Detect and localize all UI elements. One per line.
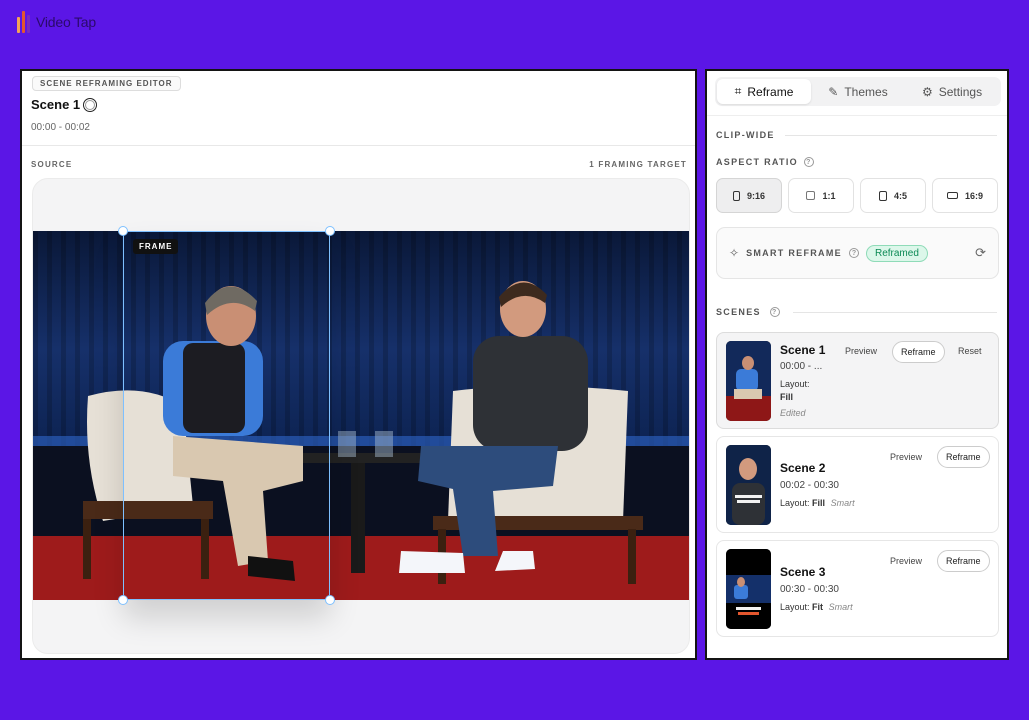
source-label: SOURCE	[31, 160, 73, 169]
landscape-ratio-icon	[946, 192, 958, 199]
framing-target-count: 1 FRAMING TARGET	[589, 160, 687, 169]
ratio-1-1-button[interactable]: 1:1	[788, 178, 854, 213]
smart-reframe-label: SMART REFRAME	[746, 248, 842, 258]
sliders-icon: ⚙	[921, 84, 933, 99]
layout-prefix: Layout:	[780, 379, 810, 389]
tab-reframe-label: Reframe	[747, 84, 794, 99]
portrait-ratio-icon	[732, 190, 740, 201]
scene-2-layout: Layout: Fill Smart	[780, 497, 855, 510]
scene-reframing-editor: SCENE REFRAMING EDITOR Scene 1 00:00 - 0…	[20, 69, 697, 660]
frame-selection-box[interactable]: FRAME	[118, 226, 335, 605]
app-logo[interactable]: Video Tap	[17, 11, 96, 33]
app-name: Video Tap	[36, 14, 96, 30]
tab-themes[interactable]: ✎ Themes	[811, 79, 905, 104]
clip-wide-divider	[785, 135, 997, 136]
brush-icon: ✎	[828, 84, 839, 99]
layout-value: Fill	[780, 392, 793, 402]
scenes-label: SCENES ?	[716, 307, 780, 317]
scene-status-icon[interactable]	[83, 97, 98, 112]
clip-wide-text: CLIP-WIDE	[716, 130, 775, 140]
frame-tag: FRAME	[133, 239, 179, 254]
scene-3-thumbnail-image	[726, 549, 771, 629]
scenes-help-icon[interactable]: ?	[769, 307, 780, 317]
aspect-ratio-label: ASPECT RATIO ?	[716, 157, 814, 167]
scene-2-thumbnail-image	[726, 445, 771, 525]
scene-2-note: Smart	[830, 498, 855, 508]
scene-1-thumbnail	[726, 341, 771, 421]
ratio-label: 16:9	[964, 190, 983, 201]
portrait-ratio-icon	[878, 190, 887, 201]
scene-2-reframe-button[interactable]: Reframe	[937, 446, 990, 468]
scene-2-time: 00:02 - 00:30	[780, 480, 839, 491]
scene-1-layout: Layout: Fill	[780, 378, 810, 404]
sidebar-tabs: ⌗ Reframe ✎ Themes ⚙ Settings	[715, 77, 1001, 106]
scene-2-thumbnail	[726, 445, 771, 525]
scene-1-note: Edited	[780, 408, 806, 418]
ratio-label: 4:5	[893, 190, 907, 201]
scene-2-title: Scene 2	[780, 461, 826, 475]
scene-1-title: Scene 1	[780, 343, 826, 357]
editor-badge: SCENE REFRAMING EDITOR	[32, 76, 181, 91]
square-ratio-icon	[806, 191, 816, 200]
reframed-status-badge: Reframed	[865, 244, 928, 262]
scene-card-2[interactable]: Scene 2 00:02 - 00:30 Layout: Fill Smart…	[716, 436, 999, 533]
scene-card-1[interactable]: Scene 1 00:00 - ... Layout: Fill Edited …	[716, 332, 999, 429]
aspect-ratio-help-icon[interactable]: ?	[803, 157, 814, 167]
tab-reframe[interactable]: ⌗ Reframe	[717, 79, 811, 104]
scene-3-preview-button[interactable]: Preview	[890, 556, 922, 566]
aspect-ratio-options: 9:16 1:1 4:5 16:9	[716, 178, 998, 213]
frame-handle-top-right[interactable]	[325, 226, 335, 236]
smart-reframe-help-icon[interactable]: ?	[848, 248, 859, 258]
scene-title-text: Scene 1	[31, 97, 81, 112]
layout-prefix: Layout:	[780, 602, 810, 612]
smart-reframe-panel: ✧ SMART REFRAME ? Reframed ⟳	[716, 227, 999, 279]
scene-3-note: Smart	[828, 602, 853, 612]
reframe-sidebar: ⌗ Reframe ✎ Themes ⚙ Settings CLIP-WIDE …	[705, 69, 1009, 660]
scene-title: Scene 1	[31, 97, 98, 112]
layout-prefix: Layout:	[780, 498, 810, 508]
scene-card-3[interactable]: Scene 3 00:30 - 00:30 Layout: Fit Smart …	[716, 540, 999, 637]
scenes-divider	[793, 312, 997, 313]
scene-3-reframe-button[interactable]: Reframe	[937, 550, 990, 572]
tab-settings-label: Settings	[938, 84, 983, 99]
scene-3-thumbnail	[726, 549, 771, 629]
scene-1-reset-button[interactable]: Reset	[958, 346, 982, 356]
aspect-ratio-text: ASPECT RATIO	[716, 157, 798, 167]
clip-wide-label: CLIP-WIDE	[716, 130, 775, 140]
ratio-9-16-button[interactable]: 9:16	[716, 178, 782, 213]
source-canvas: FRAME	[32, 178, 690, 654]
frame-handle-top-left[interactable]	[118, 226, 128, 236]
video-tap-logo-icon	[17, 11, 30, 33]
layout-value: Fill	[812, 498, 826, 508]
refresh-icon[interactable]: ⟳	[975, 245, 986, 261]
ratio-16-9-button[interactable]: 16:9	[932, 178, 998, 213]
scene-3-layout: Layout: Fit Smart	[780, 601, 853, 614]
scene-3-time: 00:30 - 00:30	[780, 584, 839, 595]
scene-1-reframe-button[interactable]: Reframe	[892, 341, 945, 363]
ratio-label: 9:16	[746, 190, 765, 201]
header-divider	[22, 145, 695, 146]
tab-settings[interactable]: ⚙ Settings	[905, 79, 999, 104]
tabs-divider	[707, 115, 1007, 116]
sparkle-icon: ✧	[729, 246, 740, 260]
scene-2-preview-button[interactable]: Preview	[890, 452, 922, 462]
frame-handle-bottom-right[interactable]	[325, 595, 335, 605]
ratio-4-5-button[interactable]: 4:5	[860, 178, 926, 213]
scene-3-title: Scene 3	[780, 565, 826, 579]
crop-icon: ⌗	[734, 84, 742, 98]
scene-1-preview-button[interactable]: Preview	[845, 346, 877, 356]
scene-1-thumbnail-image	[726, 341, 771, 421]
scene-1-time: 00:00 - ...	[780, 361, 823, 372]
layout-value: Fit	[812, 602, 824, 612]
scene-time-range: 00:00 - 00:02	[31, 122, 90, 133]
frame-handle-bottom-left[interactable]	[118, 595, 128, 605]
scenes-text: SCENES	[716, 307, 761, 317]
tab-themes-label: Themes	[844, 84, 888, 99]
ratio-label: 1:1	[822, 190, 836, 201]
